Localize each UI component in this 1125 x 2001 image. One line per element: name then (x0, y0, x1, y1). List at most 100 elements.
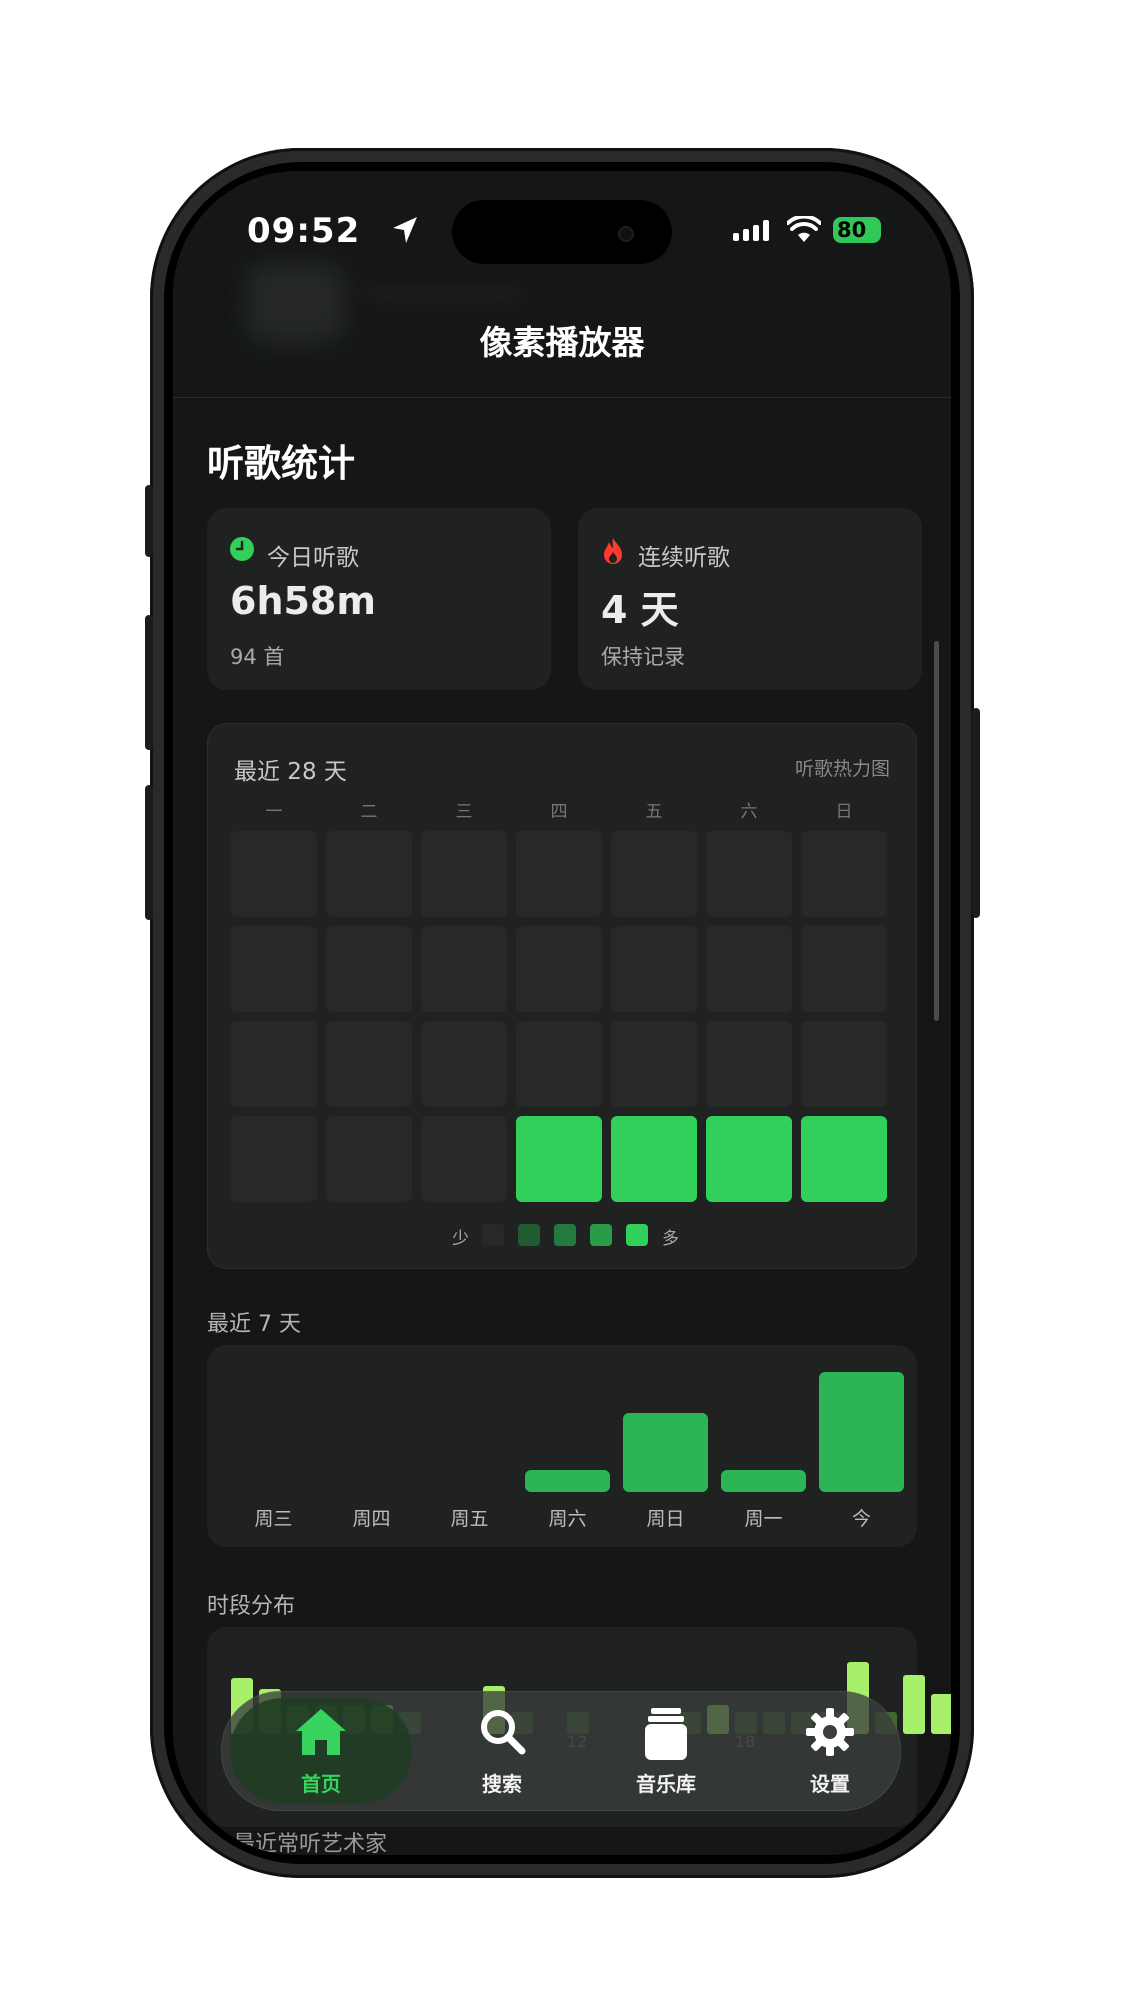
heatmap-cell[interactable] (421, 1116, 507, 1202)
battery-indicator: 80 (833, 217, 881, 243)
today-song-count: 94 首 (230, 645, 285, 669)
location-arrow-icon (393, 217, 417, 243)
heatmap-cell[interactable] (231, 1021, 317, 1107)
hour-bar (931, 1694, 951, 1734)
tab-library-label: 音乐库 (636, 1772, 696, 1796)
weekday-label: 三 (455, 802, 473, 822)
volume-down-button (145, 785, 153, 920)
last7-day-label: 周四 (352, 1508, 391, 1530)
legend-swatch (554, 1224, 576, 1246)
today-label: 今日听歌 (267, 545, 359, 571)
settings-icon (806, 1708, 854, 1756)
heatmap-cell[interactable] (326, 831, 412, 917)
heatmap-cell[interactable] (516, 926, 602, 1012)
section-title: 听歌统计 (207, 442, 355, 485)
heatmap-cell[interactable] (801, 831, 887, 917)
tab-settings[interactable]: 设置 (750, 1692, 910, 1810)
tab-search[interactable]: 搜索 (422, 1692, 582, 1810)
legend-swatch (482, 1224, 504, 1246)
tab-library[interactable]: 音乐库 (586, 1692, 746, 1810)
tab-settings-label: 设置 (810, 1772, 850, 1796)
heatmap-cell[interactable] (231, 831, 317, 917)
hours-title: 时段分布 (207, 1594, 296, 1619)
last7-day-label: 周日 (646, 1508, 685, 1530)
heatmap-cell[interactable] (231, 1116, 317, 1202)
weekday-label: 日 (835, 802, 853, 822)
streak-label: 连续听歌 (638, 545, 730, 571)
library-icon (645, 1708, 687, 1760)
heatmap-cell[interactable] (231, 926, 317, 1012)
last7-day-label: 周五 (450, 1508, 489, 1530)
weekday-label: 五 (645, 802, 663, 822)
power-button (972, 708, 980, 918)
heatmap-cell[interactable] (706, 1116, 792, 1202)
heatmap-cell[interactable] (421, 926, 507, 1012)
last7-day-label: 周一 (744, 1508, 783, 1530)
heatmap-cell[interactable] (611, 1116, 697, 1202)
heatmap-cell[interactable] (516, 1116, 602, 1202)
weekday-label: 六 (740, 802, 758, 822)
nav-divider (173, 397, 951, 398)
last7-day-label: 今 (851, 1508, 871, 1530)
last7-chart-card: 周三 周四 周五 周六 周日 周一 今 (207, 1345, 917, 1547)
legend-swatch (590, 1224, 612, 1246)
heatmap-cell[interactable] (611, 1021, 697, 1107)
heatmap-cell[interactable] (611, 926, 697, 1012)
heatmap-cell[interactable] (421, 831, 507, 917)
heatmap-cell[interactable] (326, 1116, 412, 1202)
tab-bar: 首页 搜索 音乐库 设置 (221, 1691, 901, 1811)
dynamic-island (452, 200, 672, 264)
volume-up-button (145, 615, 153, 750)
heatmap-cell[interactable] (706, 926, 792, 1012)
last7-bar[interactable] (525, 1470, 610, 1492)
heatmap-cell[interactable] (516, 1021, 602, 1107)
legend-high-label: 多 (662, 1229, 679, 1249)
heatmap-cell[interactable] (516, 831, 602, 917)
search-icon (481, 1710, 526, 1755)
today-listening-card[interactable]: 今日听歌 6h58m 94 首 (207, 508, 551, 690)
last7-bar[interactable] (819, 1372, 904, 1492)
scroll-indicator[interactable] (934, 641, 939, 1021)
heatmap-cell[interactable] (326, 1021, 412, 1107)
heatmap-card: 最近 28 天 听歌热力图 少 多 一 二 三 四 五 六 日 (207, 723, 917, 1269)
legend-swatch (518, 1224, 540, 1246)
tab-home[interactable]: 首页 (230, 1698, 412, 1804)
heatmap-cell[interactable] (326, 926, 412, 1012)
heatmap-title: 最近 28 天 (234, 759, 347, 785)
heatmap-cell[interactable] (801, 926, 887, 1012)
last7-title: 最近 7 天 (207, 1312, 301, 1337)
home-icon (296, 1709, 346, 1755)
wifi-icon (787, 216, 821, 242)
streak-sub: 保持记录 (601, 645, 685, 669)
status-time: 09:52 (247, 211, 361, 251)
heatmap-subtitle: 听歌热力图 (794, 758, 890, 780)
heatmap-cell[interactable] (801, 1021, 887, 1107)
streak-value: 4 天 (601, 588, 679, 632)
today-value: 6h58m (230, 579, 376, 623)
last7-bar[interactable] (721, 1470, 806, 1492)
heatmap-cell[interactable] (706, 831, 792, 917)
heatmap-cell[interactable] (706, 1021, 792, 1107)
weekday-label: 一 (265, 802, 283, 822)
weekday-label: 四 (550, 802, 568, 822)
blurred-text (363, 286, 523, 302)
page-title: 像素播放器 (479, 323, 645, 362)
heatmap-cell[interactable] (421, 1021, 507, 1107)
app-screen: 09:52 80 像素播放器 听歌统计 今日听歌 6h58m 94 首 连续听歌… (173, 171, 951, 1855)
tab-home-label: 首页 (301, 1772, 341, 1796)
legend-swatch (626, 1224, 648, 1246)
legend-low-label: 少 (452, 1229, 469, 1249)
streak-card[interactable]: 连续听歌 4 天 保持记录 (578, 508, 922, 690)
cellular-signal-icon (733, 220, 769, 241)
last7-day-label: 周三 (254, 1508, 293, 1530)
next-section-title: 最近常听艺术家 (233, 1832, 388, 1855)
weekday-label: 二 (360, 802, 378, 822)
last7-day-label: 周六 (548, 1508, 587, 1530)
tab-search-label: 搜索 (482, 1772, 522, 1796)
flame-icon (604, 538, 622, 564)
camera-icon (618, 226, 634, 242)
heatmap-cell[interactable] (611, 831, 697, 917)
action-button (145, 485, 153, 557)
heatmap-cell[interactable] (801, 1116, 887, 1202)
last7-bar[interactable] (623, 1412, 708, 1492)
